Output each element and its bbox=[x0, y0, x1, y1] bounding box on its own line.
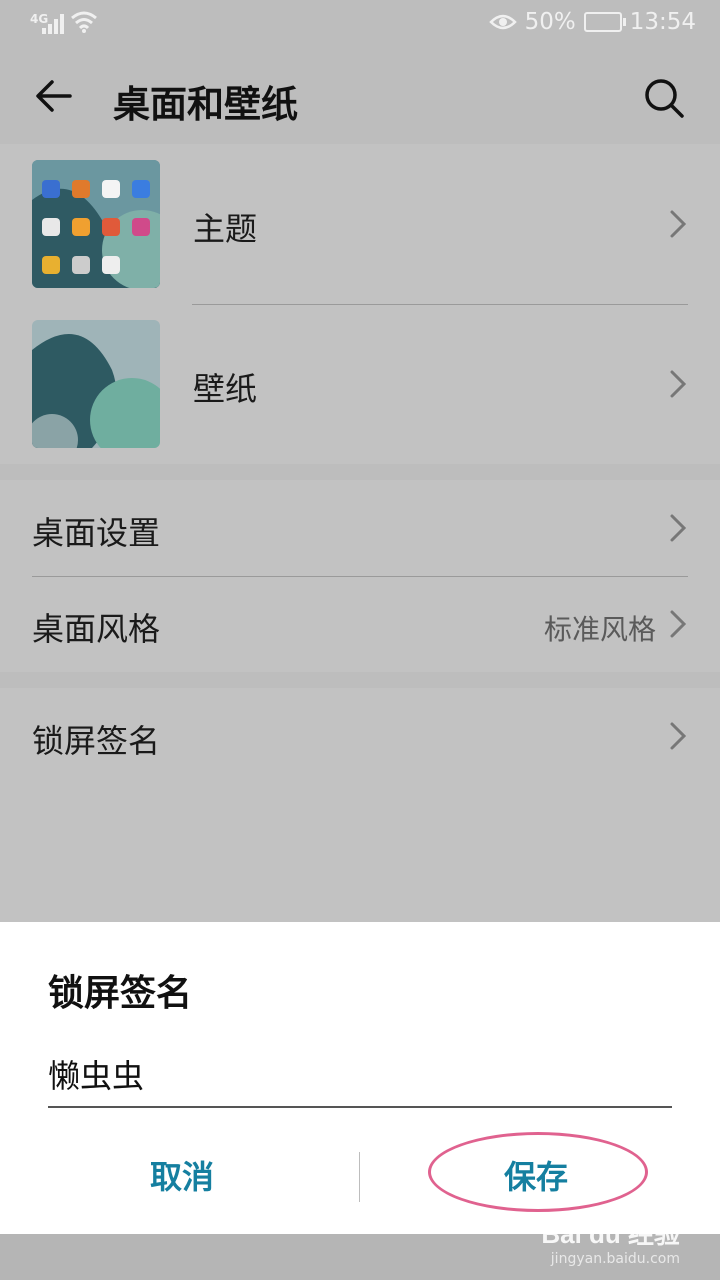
home-style-label: 桌面风格 bbox=[32, 610, 161, 648]
lock-group: 锁屏签名 bbox=[0, 688, 720, 922]
button-divider bbox=[359, 1152, 360, 1202]
battery-icon bbox=[583, 12, 626, 32]
theme-label: 主题 bbox=[193, 210, 258, 248]
wallpaper-thumbnail bbox=[32, 320, 160, 448]
arrow-left-icon[interactable] bbox=[30, 72, 78, 120]
wifi-icon bbox=[71, 11, 97, 33]
battery-percent: 50% bbox=[524, 9, 576, 35]
chevron-right-icon bbox=[670, 610, 687, 638]
signature-field bbox=[48, 1050, 672, 1108]
chevron-right-icon bbox=[670, 722, 687, 750]
signature-input[interactable] bbox=[48, 1050, 672, 1098]
wallpaper-label: 壁纸 bbox=[193, 370, 258, 408]
settings-item-home-style[interactable]: 桌面风格 标准风格 bbox=[0, 576, 720, 672]
highlight-oval bbox=[428, 1132, 648, 1212]
search-icon[interactable] bbox=[640, 74, 688, 122]
settings-item-home-settings[interactable]: 桌面设置 bbox=[0, 480, 720, 576]
settings-item-wallpaper[interactable]: 壁纸 bbox=[0, 304, 720, 464]
status-right: 50% 13:54 bbox=[488, 9, 696, 35]
home-group: 桌面设置 桌面风格 标准风格 bbox=[0, 480, 720, 672]
lock-signature-label: 锁屏签名 bbox=[32, 722, 161, 760]
eye-comfort-icon bbox=[488, 14, 517, 30]
home-settings-label: 桌面设置 bbox=[32, 514, 161, 552]
watermark: Bai du 经验 jingyan.baidu.com bbox=[541, 1214, 680, 1267]
chevron-right-icon bbox=[670, 370, 687, 398]
theme-thumbnail bbox=[32, 160, 160, 288]
watermark-url: jingyan.baidu.com bbox=[550, 1251, 680, 1267]
page-title: 桌面和壁纸 bbox=[113, 83, 298, 126]
status-bar: 4G 50% 13:54 bbox=[0, 0, 720, 50]
clock: 13:54 bbox=[629, 9, 696, 35]
chevron-right-icon bbox=[670, 210, 687, 238]
cancel-button[interactable]: 取消 bbox=[32, 1144, 332, 1210]
settings-screen: 4G 50% 13:54 桌面和壁纸 主题 壁纸 桌面设置 桌面风格 标准风格 … bbox=[0, 0, 720, 1280]
signal-icon bbox=[42, 14, 64, 34]
settings-item-lock-signature[interactable]: 锁屏签名 bbox=[0, 688, 720, 784]
chevron-right-icon bbox=[670, 514, 687, 542]
settings-item-theme[interactable]: 主题 bbox=[0, 144, 720, 304]
home-style-value: 标准风格 bbox=[543, 613, 656, 646]
app-bar: 桌面和壁纸 bbox=[0, 50, 720, 144]
theme-wallpaper-group: 主题 壁纸 bbox=[0, 144, 720, 464]
watermark-brand: Bai du 经验 bbox=[541, 1219, 680, 1249]
dialog-title: 锁屏签名 bbox=[48, 973, 193, 1014]
